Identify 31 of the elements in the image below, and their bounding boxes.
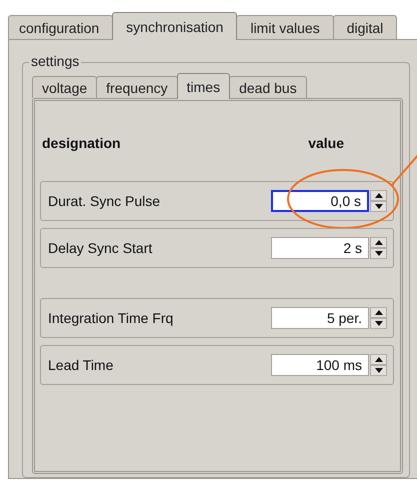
tab[interactable]: times: [176, 73, 230, 99]
spin-field[interactable]: 5 per.: [271, 307, 369, 329]
column-header: designation: [42, 135, 121, 153]
setting-label: Integration Time Frq: [48, 310, 174, 326]
spin-up-button[interactable]: [370, 307, 387, 318]
setting-label: Durat. Sync Pulse: [48, 193, 160, 209]
tab[interactable]: configuration: [8, 15, 114, 39]
column-header: value: [308, 135, 344, 153]
down-arrow-icon: [374, 321, 382, 326]
setting-label: Delay Sync Start: [48, 240, 152, 256]
spin-down-button[interactable]: [370, 201, 387, 212]
spin-up-button[interactable]: [370, 354, 387, 365]
spin-up-button[interactable]: [370, 190, 387, 201]
spin-up-button[interactable]: [370, 237, 387, 248]
spin-down-button[interactable]: [370, 365, 387, 376]
tab[interactable]: digital: [332, 15, 398, 39]
spin-down-button[interactable]: [370, 248, 387, 259]
tab[interactable]: synchronisation: [112, 12, 238, 40]
group-title: settings: [29, 53, 82, 69]
down-arrow-icon: [374, 204, 382, 209]
tab[interactable]: voltage: [32, 76, 98, 98]
down-arrow-icon: [374, 368, 382, 373]
setting-label: Lead Time: [48, 357, 114, 373]
spin-field[interactable]: 0,0 s: [271, 190, 369, 212]
tab[interactable]: dead bus: [229, 76, 307, 98]
spin-field[interactable]: 2 s: [271, 237, 369, 259]
down-arrow-icon: [374, 251, 382, 256]
spin-down-button[interactable]: [370, 318, 387, 329]
tab[interactable]: frequency: [96, 76, 178, 98]
tab[interactable]: limit values: [236, 15, 334, 39]
spin-field[interactable]: 100 ms: [271, 354, 369, 376]
